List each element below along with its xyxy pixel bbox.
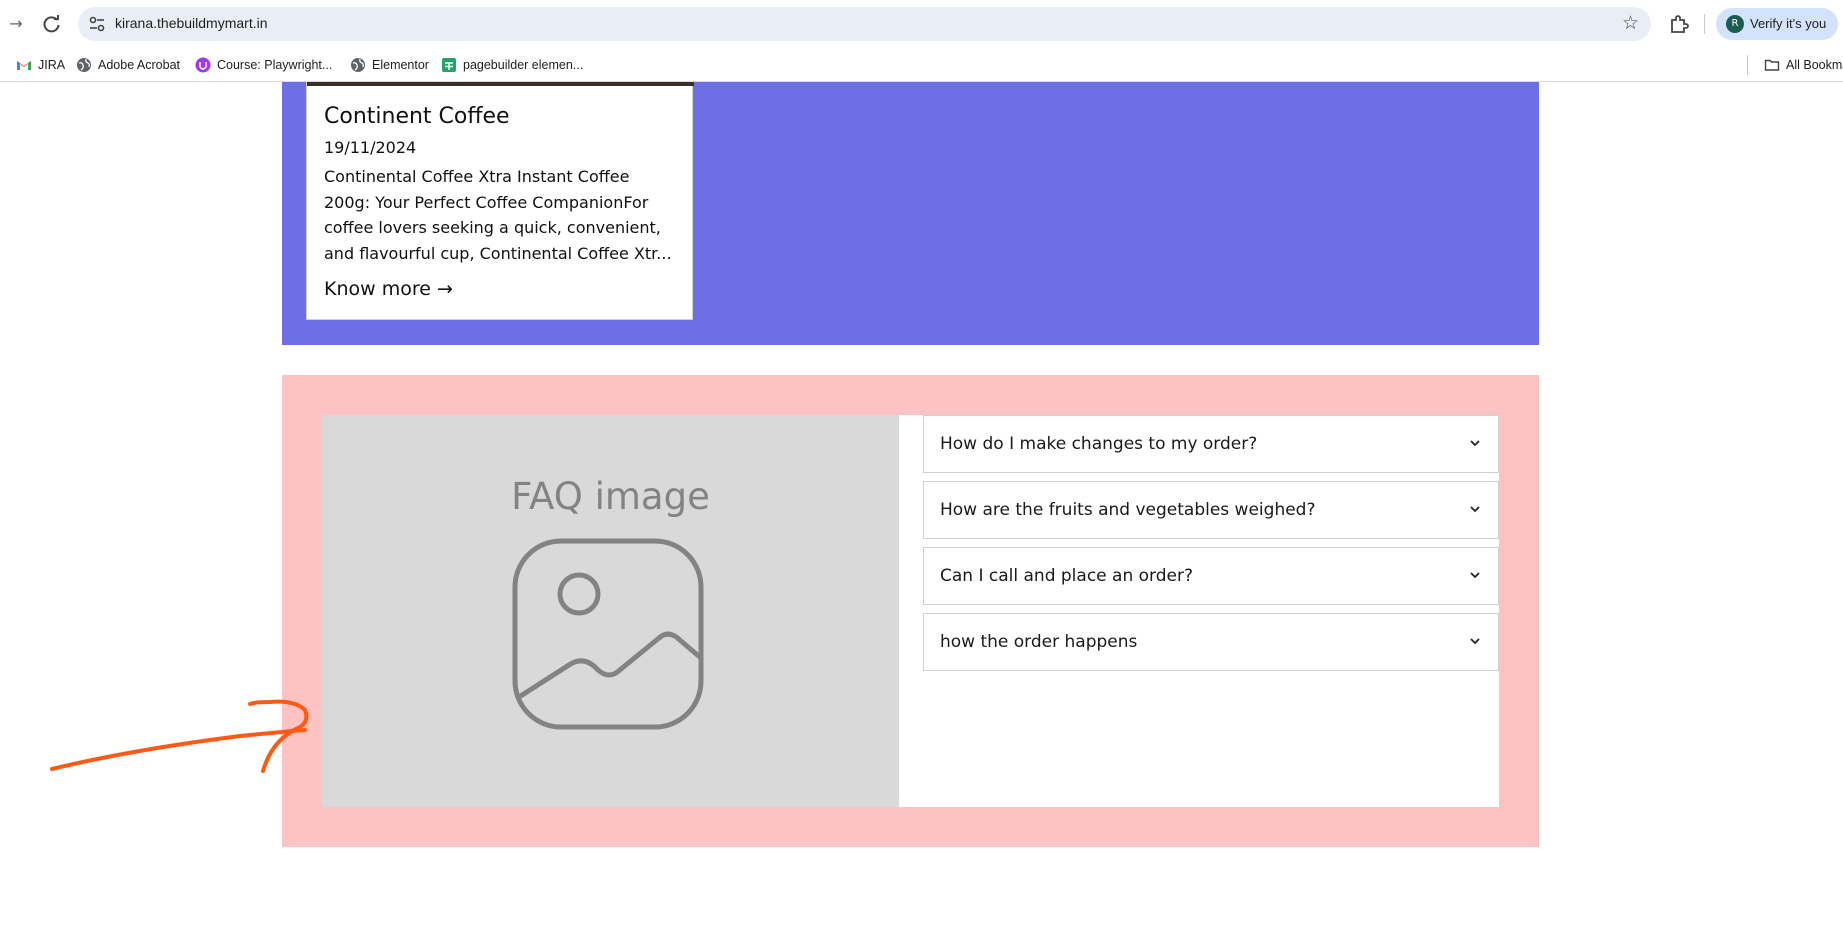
chevron-down-icon[interactable] — [1468, 436, 1482, 450]
faq-question[interactable]: how the order happens — [940, 632, 1137, 652]
bookmark-star-icon[interactable]: ☆ — [1622, 12, 1639, 34]
faq-section: FAQ image How do I make changes to my or… — [282, 375, 1539, 847]
udemy-icon — [195, 57, 211, 73]
globe-icon — [350, 57, 366, 73]
annotation-arrow — [50, 699, 309, 773]
bookmark-label: pagebuilder elemen... — [463, 58, 584, 72]
bookmarks-divider — [1747, 55, 1748, 75]
faq-item[interactable]: how the order happens — [923, 613, 1499, 671]
bookmark-jira[interactable]: JIRA — [16, 56, 65, 74]
bookmark-course-playwright[interactable]: Course: Playwright... — [195, 56, 332, 74]
faq-image-label: FAQ image — [511, 475, 710, 518]
bookmark-label: Course: Playwright... — [217, 58, 333, 72]
sheets-icon — [441, 57, 457, 73]
chevron-down-icon[interactable] — [1468, 634, 1482, 648]
reload-icon[interactable] — [40, 12, 64, 36]
gmail-icon — [16, 57, 32, 73]
faq-image-placeholder: FAQ image — [322, 415, 899, 807]
browser-toolbar: → kirana.thebuildmymart.in ☆ R Verify it… — [0, 0, 1843, 48]
faq-question[interactable]: How do I make changes to my order? — [940, 434, 1257, 454]
toolbar-divider — [1704, 14, 1705, 34]
faq-item[interactable]: Can I call and place an order? — [923, 547, 1499, 605]
blog-section: Continent Coffee 19/11/2024 Continental … — [282, 82, 1539, 345]
site-info-icon[interactable] — [88, 15, 106, 33]
folder-icon — [1764, 57, 1780, 73]
chevron-down-icon[interactable] — [1468, 568, 1482, 582]
all-bookmarks-button[interactable]: All Bookmarks — [1764, 56, 1843, 74]
globe-icon — [76, 57, 92, 73]
verify-label: Verify it's you — [1750, 16, 1827, 31]
forward-icon[interactable]: → — [4, 12, 28, 36]
faq-container: FAQ image How do I make changes to my or… — [322, 415, 1499, 807]
bookmark-adobe-acrobat[interactable]: Adobe Acrobat — [76, 56, 180, 74]
page-content: Continent Coffee 19/11/2024 Continental … — [0, 82, 1843, 934]
faq-question[interactable]: Can I call and place an order? — [940, 566, 1193, 586]
faq-item[interactable]: How are the fruits and vegetables weighe… — [923, 481, 1499, 539]
bookmarks-bar: JIRA Adobe Acrobat Course: Playwright...… — [0, 48, 1843, 82]
bookmark-label: JIRA — [38, 58, 66, 72]
address-bar[interactable]: kirana.thebuildmymart.in ☆ — [78, 7, 1651, 41]
image-placeholder-icon — [512, 538, 704, 730]
verify-profile-button[interactable]: R Verify it's you — [1716, 8, 1838, 40]
avatar: R — [1726, 15, 1744, 33]
bookmark-pagebuilder[interactable]: pagebuilder elemen... — [441, 56, 583, 74]
faq-question[interactable]: How are the fruits and vegetables weighe… — [940, 500, 1316, 520]
all-bookmarks-label: All Bookmarks — [1786, 58, 1843, 72]
bookmark-elementor[interactable]: Elementor — [350, 56, 429, 74]
bookmark-label: Adobe Acrobat — [98, 58, 181, 72]
chevron-down-icon[interactable] — [1468, 502, 1482, 516]
bookmark-label: Elementor — [372, 58, 429, 72]
extensions-icon[interactable] — [1667, 12, 1691, 36]
faq-item[interactable]: How do I make changes to my order? — [923, 415, 1499, 473]
url-text[interactable]: kirana.thebuildmymart.in — [115, 15, 268, 31]
